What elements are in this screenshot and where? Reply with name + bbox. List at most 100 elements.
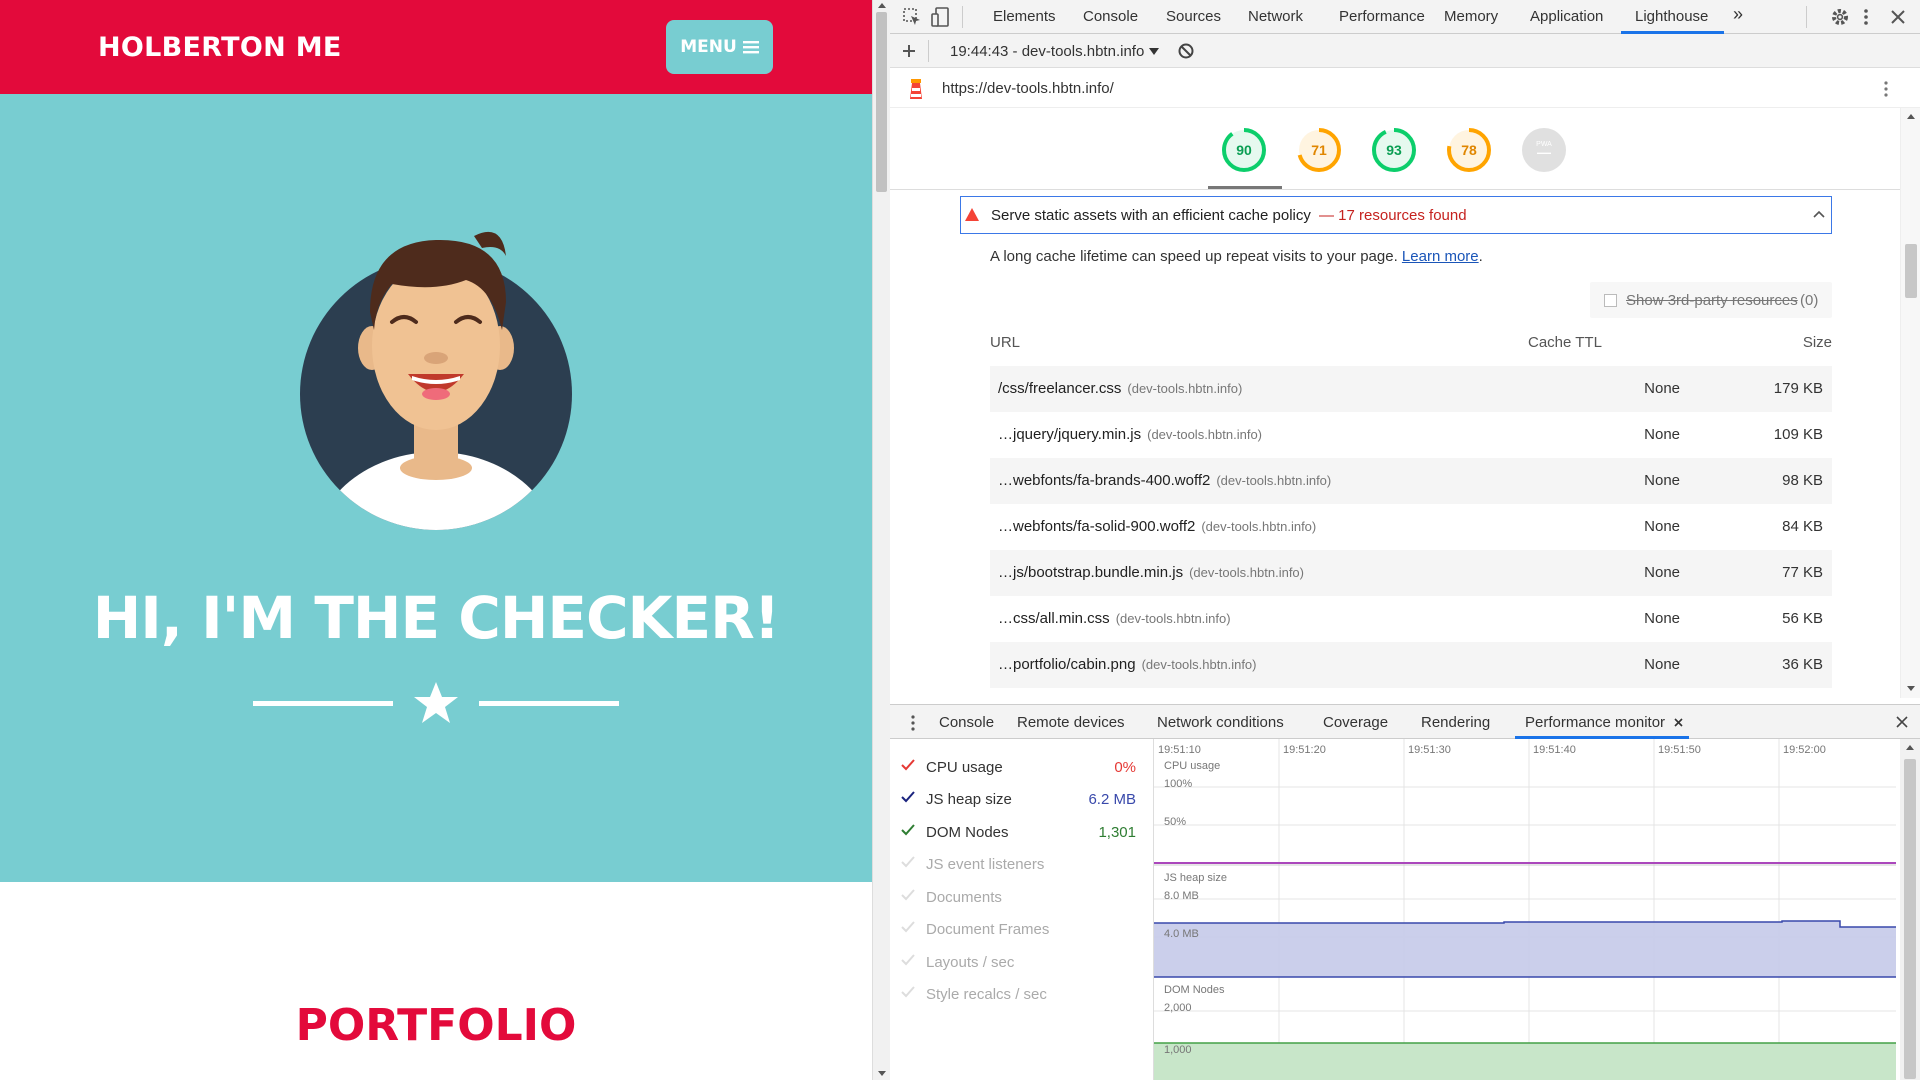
audit-scroll-thumb[interactable]	[1905, 244, 1917, 298]
drawer-tabbar: Console Remote devices Network condition…	[890, 705, 1920, 739]
resource-size: 36 KB	[1782, 656, 1823, 673]
learn-more-link[interactable]: Learn more	[1402, 248, 1479, 265]
metric-documents[interactable]: Documents	[900, 887, 1150, 909]
metric-label: Style recalcs / sec	[926, 986, 1047, 1003]
metric-layouts-per-sec[interactable]: Layouts / sec	[900, 952, 1150, 974]
score-value-best-practices: 93	[1386, 142, 1402, 158]
site-navbar: HOLBERTON ME MENU	[0, 0, 872, 94]
report-selector[interactable]: 19:44:43 - dev-tools.hbtn.info	[950, 43, 1144, 60]
website-scrollbar[interactable]	[872, 0, 890, 1080]
score-gauge-accessibility[interactable]: 71	[1295, 126, 1343, 174]
dom-graph-title: DOM Nodes	[1164, 984, 1225, 996]
tab-sources[interactable]: Sources	[1166, 8, 1221, 25]
third-party-toggle[interactable]: Show 3rd-party resources (0)	[1590, 282, 1832, 318]
metric-dom-nodes[interactable]: DOM Nodes 1,301	[900, 822, 1150, 844]
tab-elements[interactable]: Elements	[993, 8, 1056, 25]
resource-url[interactable]: /css/freelancer.css	[998, 380, 1121, 397]
drawer-scrollbar[interactable]	[1900, 739, 1920, 1080]
dropdown-caret-icon[interactable]	[1149, 48, 1159, 55]
scroll-up-arrow-icon[interactable]	[1906, 745, 1914, 750]
score-gauge-performance[interactable]: 90	[1220, 126, 1268, 174]
checkmark-icon[interactable]	[900, 757, 916, 773]
resource-url[interactable]: …jquery/jquery.min.js	[998, 426, 1141, 443]
metric-js-event-listeners[interactable]: JS event listeners	[900, 854, 1150, 876]
checkmark-icon[interactable]	[900, 919, 916, 935]
drawer-scroll-thumb[interactable]	[1904, 759, 1916, 1079]
third-party-count: (0)	[1800, 292, 1819, 309]
site-brand[interactable]: HOLBERTON ME	[98, 32, 342, 63]
score-gauge-best-practices[interactable]: 93	[1370, 126, 1418, 174]
score-gauges: 90 71 93 78 PWA —	[890, 108, 1900, 190]
metric-style-recalcs-per-sec[interactable]: Style recalcs / sec	[900, 984, 1150, 1006]
audit-title: Serve static assets with an efficient ca…	[991, 207, 1311, 224]
metric-cpu-usage[interactable]: CPU usage 0%	[900, 757, 1150, 779]
close-drawer-icon[interactable]	[1896, 716, 1908, 728]
checkmark-icon[interactable]	[900, 887, 916, 903]
url-menu-icon[interactable]	[1883, 80, 1889, 98]
audit-header[interactable]: Serve static assets with an efficient ca…	[960, 196, 1832, 234]
resource-size: 98 KB	[1782, 472, 1823, 489]
tab-performance[interactable]: Performance	[1339, 8, 1425, 25]
cpu-usage-graph: CPU usage 100% 50%	[1154, 760, 1896, 864]
audit-scrollbar[interactable]	[1900, 108, 1920, 698]
js-heap-graph: JS heap size 8.0 MB 4.0 MB	[1154, 872, 1896, 978]
metric-document-frames[interactable]: Document Frames	[900, 919, 1150, 941]
drawer-tab-rendering[interactable]: Rendering	[1421, 714, 1490, 731]
checkmark-icon[interactable]	[900, 854, 916, 870]
resource-ttl: None	[1644, 518, 1680, 535]
plus-icon[interactable]	[902, 44, 916, 58]
checkmark-icon[interactable]	[900, 952, 916, 968]
drawer-tab-network-conditions[interactable]: Network conditions	[1157, 714, 1284, 731]
kebab-menu-icon[interactable]	[1862, 7, 1870, 27]
resource-url[interactable]: …webfonts/fa-brands-400.woff2	[998, 472, 1210, 489]
close-devtools-icon[interactable]	[1890, 9, 1906, 25]
checkmark-icon[interactable]	[900, 984, 916, 1000]
website-scroll-thumb[interactable]	[876, 12, 887, 192]
checkmark-icon[interactable]	[900, 789, 916, 805]
tab-memory[interactable]: Memory	[1444, 8, 1498, 25]
more-tabs-icon[interactable]: »	[1733, 4, 1743, 25]
scroll-up-arrow-icon[interactable]	[1907, 114, 1915, 119]
clear-reports-icon[interactable]	[1178, 43, 1194, 59]
scroll-down-arrow-icon[interactable]	[878, 1071, 886, 1076]
menu-button[interactable]: MENU	[666, 20, 773, 74]
time-axis: 19:51:10 19:51:20 19:51:30 19:51:40 19:5…	[1158, 744, 1826, 756]
metric-js-heap-size[interactable]: JS heap size 6.2 MB	[900, 789, 1150, 811]
resource-url[interactable]: …webfonts/fa-solid-900.woff2	[998, 518, 1195, 535]
device-toolbar-icon[interactable]	[930, 6, 950, 28]
score-value-performance: 90	[1236, 142, 1252, 158]
resource-host: (dev-tools.hbtn.info)	[1115, 611, 1231, 626]
tab-network[interactable]: Network	[1248, 8, 1303, 25]
drawer-tab-remote-devices[interactable]: Remote devices	[1017, 714, 1125, 731]
drawer-tab-coverage[interactable]: Coverage	[1323, 714, 1388, 731]
score-gauge-seo[interactable]: 78	[1445, 126, 1493, 174]
resource-url[interactable]: …css/all.min.css	[998, 610, 1110, 627]
close-tab-icon[interactable]	[1674, 718, 1683, 727]
resource-url[interactable]: …js/bootstrap.bundle.min.js	[998, 564, 1183, 581]
inspect-element-icon[interactable]	[902, 7, 922, 27]
resource-ttl: None	[1644, 564, 1680, 581]
gear-icon[interactable]	[1830, 7, 1850, 27]
drawer-tab-performance-monitor[interactable]: Performance monitor	[1525, 714, 1665, 731]
metric-label: JS event listeners	[926, 856, 1045, 873]
menu-button-label: MENU	[680, 37, 737, 57]
drawer-tab-console[interactable]: Console	[939, 714, 994, 731]
resource-url[interactable]: …portfolio/cabin.png	[998, 656, 1136, 673]
cpu-graph-label-100: 100%	[1164, 778, 1192, 790]
tab-lighthouse[interactable]: Lighthouse	[1635, 8, 1708, 25]
resource-size: 77 KB	[1782, 564, 1823, 581]
score-gauge-pwa[interactable]: PWA—	[1520, 126, 1568, 174]
checkmark-icon[interactable]	[900, 822, 916, 838]
drawer-menu-icon[interactable]	[910, 714, 916, 732]
score-value-pwa: —	[1537, 144, 1551, 160]
scroll-down-arrow-icon[interactable]	[1907, 686, 1915, 691]
table-row: …webfonts/fa-brands-400.woff2 (dev-tools.…	[990, 458, 1832, 504]
third-party-checkbox[interactable]	[1604, 294, 1617, 307]
audited-url: https://dev-tools.hbtn.info/	[942, 80, 1114, 97]
third-party-label: Show 3rd-party resources	[1626, 292, 1798, 309]
tab-application[interactable]: Application	[1530, 8, 1603, 25]
resource-host: (dev-tools.hbtn.info)	[1216, 473, 1332, 488]
collapse-chevron-icon[interactable]	[1813, 210, 1825, 218]
scroll-up-arrow-icon[interactable]	[878, 3, 886, 8]
tab-console[interactable]: Console	[1083, 8, 1138, 25]
